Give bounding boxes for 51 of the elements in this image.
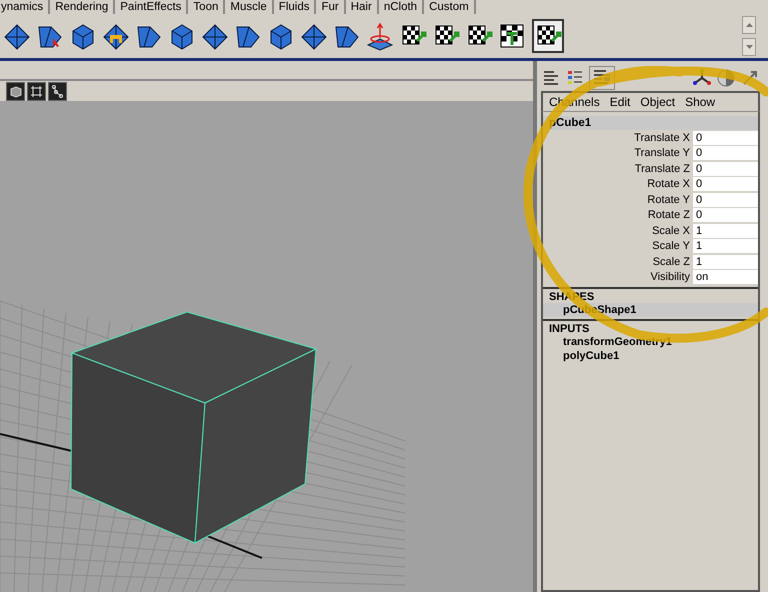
attribute-label: Scale Z	[652, 256, 691, 268]
channel-box-icon[interactable]	[541, 69, 561, 87]
attribute-label: Rotate X	[646, 178, 691, 190]
attribute-value-field[interactable]: 0	[693, 177, 758, 192]
input-node[interactable]: transformGeometry1	[543, 335, 758, 349]
joint-chain-icon	[51, 84, 64, 98]
shelf-tab[interactable]: Fluids	[274, 0, 316, 14]
scroll-up-button[interactable]	[742, 16, 756, 34]
shelf-tab[interactable]: Fur	[316, 0, 346, 14]
shelf-tab[interactable]: nCloth	[378, 0, 424, 14]
attribute-value-field[interactable]: 0	[693, 208, 758, 222]
wireframe-button[interactable]	[27, 82, 46, 100]
attribute-label: Translate Y	[633, 147, 691, 160]
shelf-tab[interactable]: Rendering	[50, 0, 116, 14]
shelf-tab[interactable]: Toon	[188, 0, 226, 14]
menu-item[interactable]: Object	[640, 95, 676, 109]
attribute-label: Rotate Z	[646, 209, 691, 222]
shaded-cube-button[interactable]	[6, 82, 25, 100]
attribute-label: Rotate Y	[646, 194, 691, 206]
shelf-tab[interactable]: Custom	[424, 0, 476, 14]
up-arrow-icon	[746, 23, 752, 27]
attribute-value-field[interactable]: 1	[693, 239, 758, 254]
attribute-value-field[interactable]: 1	[693, 254, 758, 269]
attribute-value-field[interactable]: 0	[693, 130, 758, 145]
wireframe-icon	[30, 84, 43, 98]
menu-item[interactable]: Edit	[610, 95, 630, 109]
attribute-label: Scale X	[651, 224, 691, 237]
scroll-down-button[interactable]	[742, 38, 756, 56]
input-node[interactable]: polyCube1	[543, 349, 758, 363]
viewport[interactable]	[0, 101, 533, 592]
manipulator-icon[interactable]	[366, 21, 394, 51]
attribute-value-field[interactable]: 1	[693, 224, 758, 238]
channel-layers-icon[interactable]	[589, 66, 615, 90]
shelf-tab[interactable]: Muscle	[225, 0, 274, 14]
attribute-label: Translate Z	[634, 162, 691, 175]
down-arrow-icon	[746, 45, 752, 49]
menu-item[interactable]: Show	[685, 95, 716, 109]
attribute-value-field[interactable]: on	[693, 270, 758, 284]
section-header: INPUTS	[543, 319, 758, 335]
attribute-list-icon[interactable]	[565, 69, 585, 87]
attribute-label: Visibility	[649, 271, 691, 284]
attribute-value-field[interactable]: 0	[693, 146, 758, 160]
cube-icon	[9, 84, 22, 98]
joints-button[interactable]	[48, 82, 67, 100]
attribute-value-field[interactable]: 0	[693, 192, 758, 207]
attribute-label: Scale Y	[651, 240, 691, 252]
shelf-tab[interactable]: ynamics	[0, 0, 50, 14]
shelf-tab[interactable]: Hair	[346, 0, 379, 14]
attribute-value-field[interactable]: 0	[693, 162, 758, 176]
shelf-tab[interactable]: PaintEffects	[115, 0, 188, 14]
attribute-label: Translate X	[633, 132, 691, 144]
